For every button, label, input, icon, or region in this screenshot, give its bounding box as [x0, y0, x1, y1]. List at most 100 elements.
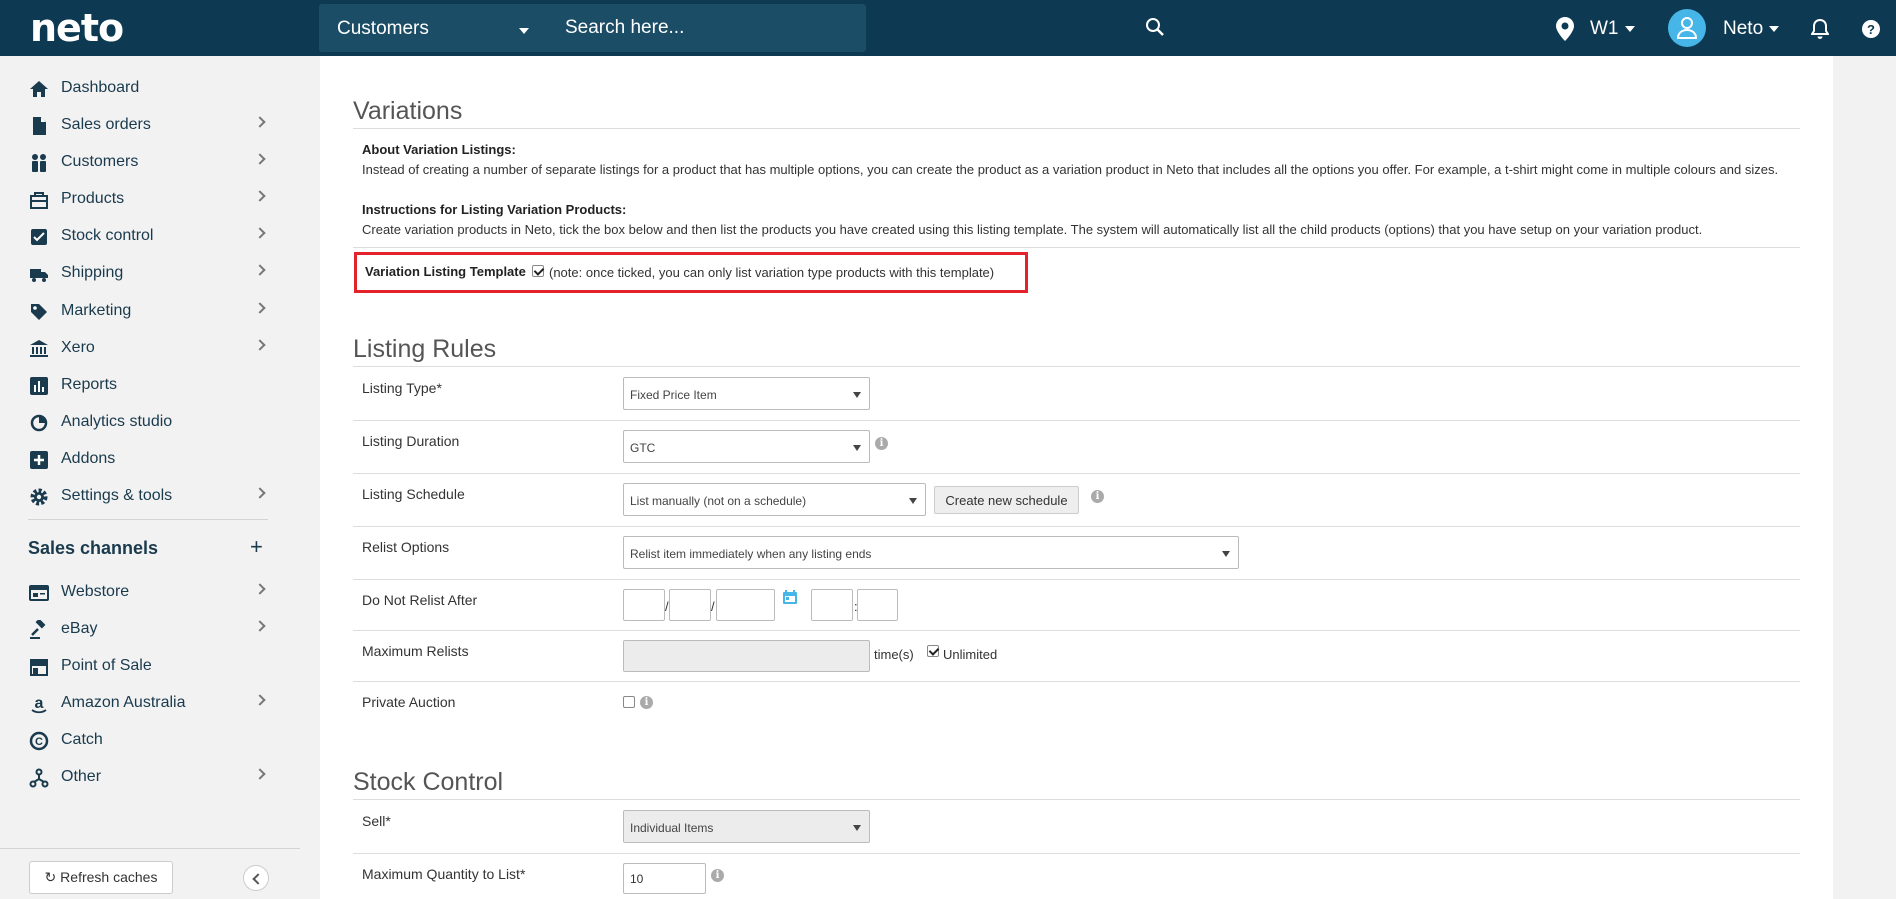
maximum-relists-input[interactable] — [623, 640, 870, 672]
year-field[interactable] — [716, 589, 775, 621]
chevron-down-icon[interactable] — [519, 28, 529, 34]
sidebar-item-label: Amazon Australia — [61, 694, 186, 711]
user-icon — [1677, 17, 1697, 39]
gear-icon — [30, 488, 48, 506]
info-icon[interactable]: i — [640, 696, 653, 709]
do-not-relist-label: Do Not Relist After — [362, 592, 478, 608]
sidebar-item-catch[interactable]: C Catch — [0, 723, 280, 757]
chevron-right-icon — [254, 768, 266, 780]
relist-options-select[interactable]: Relist item immediately when any listing… — [623, 536, 1239, 569]
sidebar-item-analytics-studio[interactable]: Analytics studio — [0, 405, 280, 439]
chevron-down-icon — [1222, 551, 1230, 557]
row-divider — [353, 853, 1800, 854]
listing-type-label: Listing Type* — [362, 380, 442, 396]
sidebar-item-sales-orders[interactable]: Sales orders — [0, 108, 280, 142]
row-divider — [353, 630, 1800, 631]
listing-schedule-label: Listing Schedule — [362, 486, 465, 502]
chevron-right-icon — [254, 339, 266, 351]
sidebar-item-label: Customers — [61, 153, 139, 170]
info-icon[interactable]: i — [711, 869, 724, 882]
instructions-text: Create variation products in Neto, tick … — [362, 222, 1703, 237]
sidebar-item-customers[interactable]: Customers — [0, 145, 280, 179]
search-scope-dropdown[interactable]: Customers — [337, 18, 429, 40]
sidebar-item-label: Xero — [61, 339, 95, 356]
sidebar-item-dashboard[interactable]: Dashboard — [0, 71, 280, 105]
sidebar-item-marketing[interactable]: Marketing — [0, 294, 280, 328]
minute-field[interactable] — [857, 589, 898, 621]
sidebar-item-label: Addons — [61, 450, 116, 467]
user-menu[interactable]: Neto — [1723, 18, 1780, 40]
search-icon[interactable] — [1145, 17, 1165, 37]
section-divider — [353, 799, 1800, 800]
avatar[interactable] — [1668, 9, 1706, 47]
sidebar-item-label: Settings & tools — [61, 487, 173, 504]
hour-field[interactable] — [811, 589, 853, 621]
browser-icon — [29, 585, 49, 601]
chevron-right-icon — [254, 620, 266, 632]
sidebar-item-settings-tools[interactable]: Settings & tools — [0, 479, 280, 513]
collapse-sidebar-button[interactable] — [243, 865, 269, 891]
svg-text:C: C — [35, 736, 43, 748]
variations-title: Variations — [353, 97, 463, 125]
sidebar-item-reports[interactable]: Reports — [0, 368, 280, 402]
sidebar-item-label: Products — [61, 190, 125, 207]
sidebar-item-shipping[interactable]: Shipping — [0, 256, 280, 290]
max-quantity-label: Maximum Quantity to List* — [362, 866, 526, 882]
sidebar-item-xero[interactable]: Xero — [0, 331, 280, 365]
sales-channels-heading: Sales channels — [28, 538, 159, 558]
listing-duration-select[interactable]: GTC — [623, 430, 870, 463]
about-variation-heading: About Variation Listings: — [362, 142, 516, 157]
times-label: time(s) — [874, 647, 914, 662]
month-field[interactable] — [669, 589, 711, 621]
amazon-icon: a — [31, 695, 47, 714]
add-channel-button[interactable]: + — [250, 534, 263, 560]
sidebar-item-webstore[interactable]: Webstore — [0, 575, 280, 609]
sidebar-item-label: Reports — [61, 376, 118, 393]
location-selector[interactable]: W1 — [1590, 18, 1635, 40]
max-quantity-input[interactable] — [623, 863, 706, 894]
global-search: Customers — [319, 4, 1164, 52]
section-divider — [353, 128, 1800, 129]
sidebar-item-products[interactable]: Products — [0, 182, 280, 216]
row-divider — [353, 579, 1800, 580]
sidebar-item-stock-control[interactable]: Stock control — [0, 219, 280, 253]
variation-template-highlight: Variation Listing Template (note: once t… — [354, 252, 1028, 293]
user-name: Neto — [1723, 18, 1764, 39]
sidebar-item-point-of-sale[interactable]: Point of Sale — [0, 649, 280, 683]
truck-icon — [30, 269, 48, 282]
sidebar-item-label: eBay — [61, 620, 98, 637]
variation-template-checkbox[interactable] — [532, 265, 544, 277]
neto-logo[interactable]: neto — [30, 6, 124, 50]
listing-rules-title: Listing Rules — [353, 335, 497, 363]
sidebar-item-label: Stock control — [61, 227, 154, 244]
date-separator: / — [711, 599, 715, 614]
info-icon[interactable]: i — [1091, 490, 1104, 503]
refresh-caches-label: Refresh caches — [60, 869, 158, 885]
refresh-caches-button[interactable]: ↻ Refresh caches — [29, 861, 173, 894]
help-icon[interactable]: ? — [1862, 20, 1880, 38]
listing-type-select[interactable]: Fixed Price Item — [623, 377, 870, 410]
listing-schedule-select[interactable]: List manually (not on a schedule) — [623, 483, 926, 516]
create-new-schedule-button[interactable]: Create new schedule — [934, 486, 1079, 514]
chevron-right-icon — [254, 583, 266, 595]
row-divider — [353, 420, 1800, 421]
people-icon — [32, 154, 46, 172]
sell-label: Sell* — [362, 813, 391, 829]
sidebar-item-other[interactable]: Other — [0, 760, 280, 794]
day-field[interactable] — [623, 589, 665, 621]
network-icon — [29, 768, 49, 788]
sidebar-item-addons[interactable]: Addons — [0, 442, 280, 476]
sidebar-item-ebay[interactable]: eBay — [0, 612, 280, 646]
sidebar-item-label: Sales orders — [61, 116, 151, 133]
store-icon — [30, 659, 48, 676]
sell-select[interactable]: Individual Items — [623, 810, 870, 843]
unlimited-checkbox[interactable] — [927, 645, 939, 657]
private-auction-checkbox[interactable] — [623, 696, 635, 708]
bell-icon[interactable] — [1811, 19, 1829, 40]
info-icon[interactable]: i — [875, 437, 888, 450]
calendar-icon[interactable] — [782, 589, 798, 605]
location-pin-icon[interactable] — [1556, 17, 1574, 41]
chevron-down-icon — [909, 498, 917, 504]
search-input[interactable] — [565, 12, 825, 44]
sidebar-item-amazon-australia[interactable]: a Amazon Australia — [0, 686, 280, 720]
